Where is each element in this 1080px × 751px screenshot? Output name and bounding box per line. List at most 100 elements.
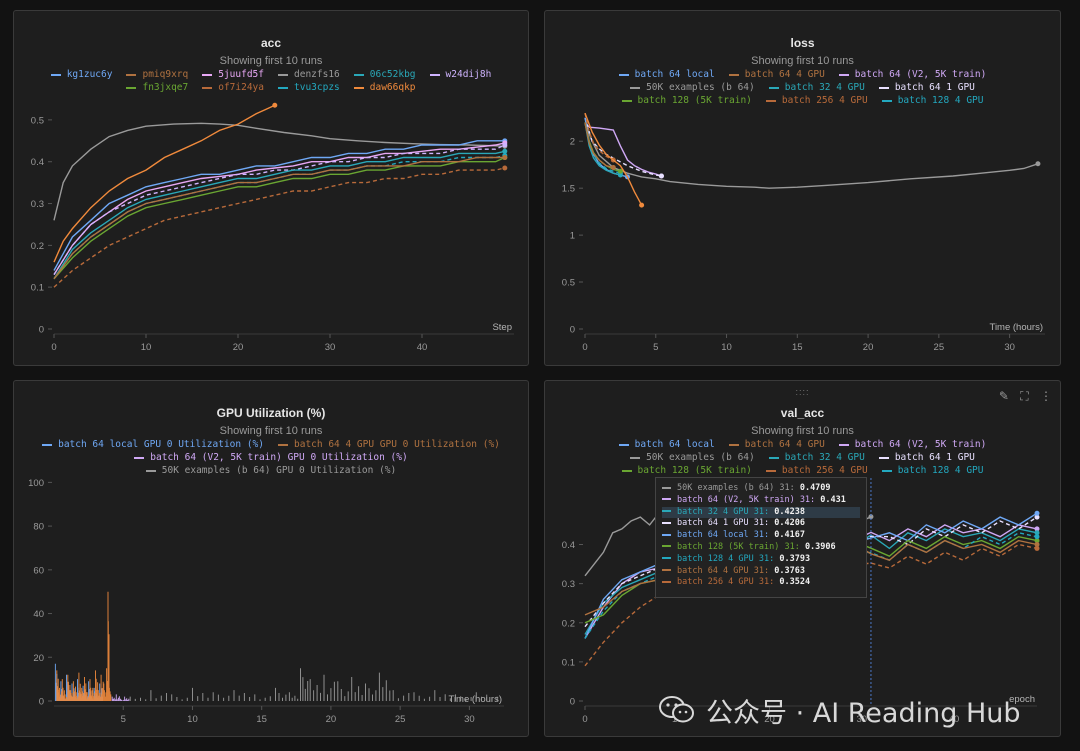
tooltip-row: batch 32 4 GPU 31: 0.4238: [662, 506, 860, 519]
tooltip-value: 0.4709: [799, 483, 831, 493]
tooltip-label: 50K examples (b 64) 31:: [677, 483, 800, 493]
y-tick-label: 0.3: [31, 199, 44, 210]
x-tick-label: 30: [325, 342, 336, 353]
tooltip-row: 50K examples (b 64) 31: 0.4709: [662, 483, 860, 495]
y-tick-label: 0.2: [31, 241, 44, 252]
tooltip-swatch: [662, 486, 671, 489]
tooltip-value: 0.4206: [774, 518, 805, 529]
series-line: [53, 167, 505, 288]
tooltip-value: 0.3906: [804, 541, 836, 552]
y-tick-label: 1.5: [562, 184, 575, 195]
tooltip-row: batch 128 4 GPU 31: 0.3793: [662, 554, 860, 566]
series-line: [53, 104, 276, 263]
tooltip-swatch: [662, 510, 671, 513]
series-end-point: [610, 165, 616, 171]
series-line: [56, 591, 112, 701]
tooltip-label: batch 64 1 GPU 31:: [677, 518, 775, 529]
tooltip-label: batch 32 4 GPU 31:: [677, 506, 775, 517]
x-tick-label: 25: [934, 342, 945, 353]
tooltip-swatch: [662, 557, 671, 560]
y-tick-label: 2: [570, 137, 575, 148]
watermark-text: 公众号 · AI Reading Hub: [706, 697, 1021, 729]
series-line: [129, 668, 498, 701]
x-tick-label: 20: [326, 714, 337, 725]
series-end-point: [639, 202, 645, 208]
series-end-point: [502, 155, 508, 161]
series-line: [53, 156, 506, 280]
series-end-point: [1034, 510, 1040, 516]
tooltip-row: batch 64 1 GPU 31: 0.4206: [662, 518, 860, 530]
y-tick-label: 0.5: [31, 115, 44, 126]
x-tick-label: 10: [141, 342, 152, 353]
acc-panel: acc Showing first 10 runs kg1zuc6y pmiq9x…: [13, 10, 529, 366]
tooltip-label: batch 64 local 31:: [677, 530, 775, 541]
x-tick-label: 25: [395, 714, 406, 725]
y-tick-label: 60: [33, 565, 44, 576]
tooltip-label: batch 128 (5K train) 31:: [677, 541, 805, 552]
y-tick-label: 100: [28, 478, 44, 489]
x-tick-label: 30: [1004, 342, 1015, 353]
tooltip-row: batch 256 4 GPU 31: 0.3524: [662, 577, 860, 589]
tooltip-label: batch 64 (V2, 5K train) 31:: [677, 494, 821, 505]
x-axis-label: Time (hours): [990, 322, 1044, 333]
tooltip-value: 0.4238: [774, 506, 805, 517]
series-line: [53, 142, 505, 275]
x-tick-label: 5: [121, 714, 126, 725]
x-tick-label: 30: [464, 714, 475, 725]
series-end-point: [658, 173, 664, 179]
acc-chart[interactable]: 0 0.1 0.2 0.3 0.4 0.5 0 10 20 30 40 Step: [14, 11, 529, 366]
x-tick-label: 20: [233, 342, 244, 353]
x-tick-label: 5: [653, 342, 658, 353]
y-tick-label: 0.2: [562, 618, 575, 629]
y-tick-label: 1: [570, 231, 575, 242]
tooltip-value: 0.3524: [779, 577, 811, 588]
tooltip-swatch: [662, 580, 671, 583]
tooltip-label: batch 64 4 GPU 31:: [677, 565, 775, 576]
tooltip-value: 0.3793: [779, 553, 811, 564]
tooltip-value: 0.4167: [774, 530, 805, 541]
y-tick-label: 0.5: [562, 278, 575, 289]
y-tick-label: 20: [33, 653, 44, 664]
x-axis-label: Time (hours): [449, 694, 503, 705]
x-tick-label: 20: [863, 342, 874, 353]
x-tick-label: 40: [417, 342, 428, 353]
x-tick-label: 10: [187, 714, 198, 725]
tooltip-swatch: [662, 533, 671, 536]
y-tick-label: 0: [570, 697, 575, 708]
tooltip-label: batch 128 4 GPU 31:: [677, 553, 780, 564]
series-end-point: [1034, 534, 1040, 540]
y-tick-label: 0.1: [562, 657, 575, 668]
tooltip-row: batch 64 (V2, 5K train) 31: 0.431: [662, 495, 860, 507]
x-tick-label: 0: [582, 342, 587, 353]
tooltip-value: 0.431: [820, 494, 846, 505]
y-tick-label: 0: [39, 697, 44, 708]
y-tick-label: 0: [570, 325, 575, 336]
hover-tooltip: 50K examples (b 64) 31: 0.4709 batch 64 (…: [655, 477, 867, 598]
y-tick-label: 80: [33, 522, 44, 533]
x-tick-label: 15: [792, 342, 803, 353]
gpu-utilization-chart[interactable]: 0 20 40 60 80 100 5 10 15 20 25 30 Time (hours): [14, 381, 529, 737]
series-end-point: [1035, 161, 1041, 167]
tooltip-row: batch 128 (5K train) 31: 0.3906: [662, 542, 860, 554]
x-axis-label: Step: [492, 322, 512, 333]
x-tick-label: 15: [256, 714, 267, 725]
x-tick-label: 10: [721, 342, 732, 353]
series-line: [111, 694, 130, 701]
y-tick-label: 0.4: [562, 540, 575, 551]
tooltip-label: batch 256 4 GPU 31:: [677, 577, 780, 588]
tooltip-swatch: [662, 545, 671, 548]
tooltip-value: 0.3763: [774, 565, 805, 576]
tooltip-swatch: [662, 498, 671, 501]
series-line: [584, 112, 614, 161]
loss-chart[interactable]: 00.511.520 5 10 15 20 25 30Time (hours): [545, 11, 1061, 366]
series-line: [53, 156, 505, 280]
y-tick-label: 0.4: [31, 157, 44, 168]
series-end-point: [272, 102, 278, 108]
series-line: [584, 122, 1039, 189]
gpu-utilization-panel: GPU Utilization (%) Showing first 10 run…: [13, 380, 529, 737]
loss-panel: loss Showing first 10 runs batch 64 loca…: [544, 10, 1061, 366]
tooltip-swatch: [662, 521, 671, 524]
wechat-logo-icon: [659, 696, 694, 723]
watermark: 公众号 · AI Reading Hub: [658, 690, 1058, 730]
x-tick-label: 0: [51, 342, 56, 353]
